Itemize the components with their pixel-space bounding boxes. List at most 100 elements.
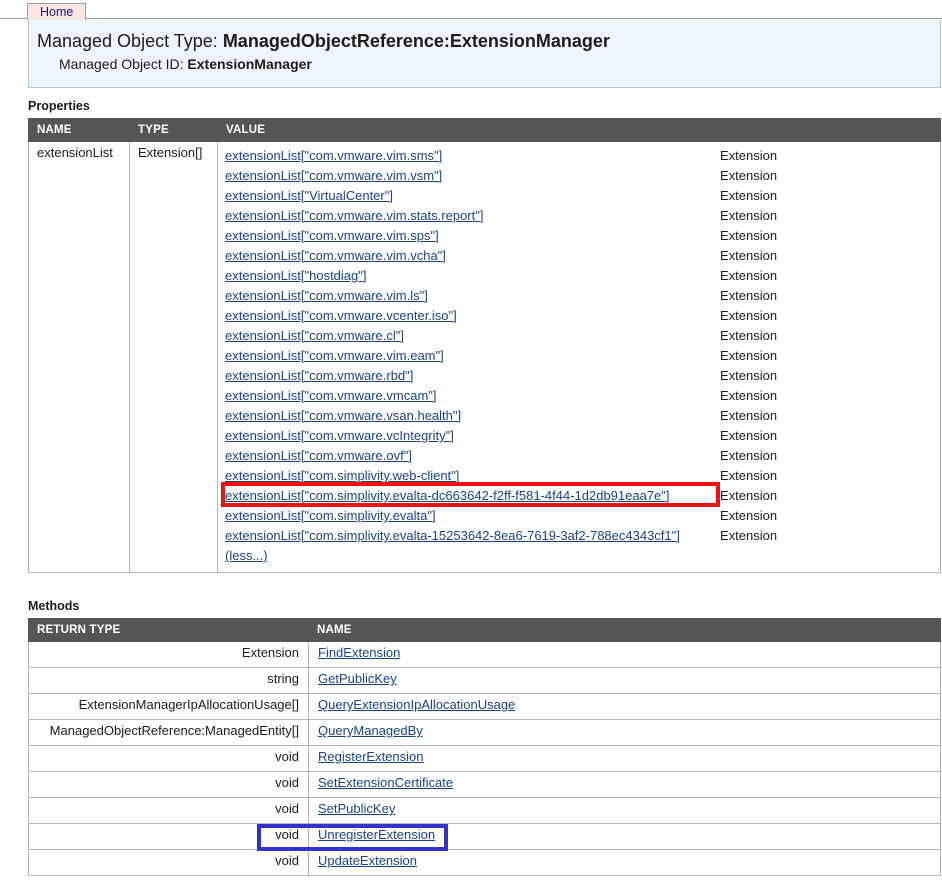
extension-link-wrap: extensionList["com.vmware.vim.stats.repo… — [225, 206, 720, 226]
extension-link[interactable]: extensionList["com.simplivity.web-client… — [225, 468, 459, 483]
extension-value-type: Extension — [720, 408, 778, 423]
property-type-extensionlist: Extension[] — [129, 141, 218, 573]
extension-value-type: Extension — [720, 508, 778, 523]
extension-link[interactable]: extensionList["com.vmware.vim.sps"] — [225, 228, 439, 243]
extension-link-wrap: extensionList["com.vmware.vim.sms"] — [225, 146, 720, 166]
extension-link-wrap: extensionList["com.simplivity.evalta-dc6… — [225, 486, 720, 506]
methods-table: RETURN TYPE NAME Extension FindExtension s… — [28, 618, 941, 876]
extension-value-type: Extension — [720, 328, 778, 343]
properties-table-header-row: NAME TYPE VALUE — [28, 118, 941, 142]
method-link[interactable]: UpdateExtension — [318, 853, 417, 868]
extension-link[interactable]: extensionList["com.simplivity.evalta-152… — [225, 528, 680, 543]
extension-link-wrap: extensionList["com.vmware.vmcam"] — [225, 386, 720, 406]
extension-link[interactable]: extensionList["hostdiag"] — [225, 268, 366, 283]
extension-link[interactable]: extensionList["com.vmware.rbd"] — [225, 368, 413, 383]
method-name-cell: QueryExtensionIpAllocationUsage — [308, 693, 941, 720]
extension-link[interactable]: extensionList["com.vmware.vcIntegrity"] — [225, 428, 454, 443]
extension-link-wrap: extensionList["com.vmware.vim.ls"] — [225, 286, 720, 306]
managed-object-id-value: ExtensionManager — [187, 56, 312, 72]
extension-link-wrap: extensionList["com.vmware.rbd"] — [225, 366, 720, 386]
extension-link-wrap: extensionList["com.vmware.vim.vsm"] — [225, 166, 720, 186]
method-link[interactable]: QueryManagedBy — [318, 723, 423, 738]
extension-list-item: extensionList["com.vmware.vsan.health"] E… — [225, 406, 933, 426]
method-return-type: void — [28, 823, 309, 850]
extension-list-item: extensionList["com.vmware.vim.vcha"] Exte… — [225, 246, 933, 266]
extension-link-wrap: extensionList["com.simplivity.web-client… — [225, 466, 720, 486]
extension-link-wrap: extensionList["com.simplivity.evalta-152… — [225, 526, 720, 546]
extension-list-item: extensionList["com.vmware.vim.vsm"] Exten… — [225, 166, 933, 186]
method-name-cell: UnregisterExtension — [308, 823, 941, 850]
extension-list-item: extensionList["com.simplivity.web-client… — [225, 466, 933, 486]
managed-object-type-value: ManagedObjectReference:ExtensionManager — [222, 31, 610, 51]
extension-link[interactable]: extensionList["com.vmware.vcenter.iso"] — [225, 308, 457, 323]
properties-column-type: TYPE — [129, 118, 218, 142]
tab-home[interactable]: Home — [27, 3, 87, 20]
extension-link-wrap: extensionList["com.vmware.cl"] — [225, 326, 720, 346]
managed-object-type: Managed Object Type: ManagedObjectRefere… — [37, 28, 940, 54]
extension-link-list: extensionList["com.vmware.vim.sms"] Exten… — [225, 146, 933, 546]
extension-link-wrap: extensionList["com.vmware.vim.sps"] — [225, 226, 720, 246]
extension-link[interactable]: extensionList["VirtualCenter"] — [225, 188, 393, 203]
extension-link[interactable]: extensionList["com.vmware.vim.eam"] — [225, 348, 444, 363]
extension-value-type: Extension — [720, 448, 778, 463]
less-link[interactable]: (less...) — [225, 548, 268, 563]
extension-link-wrap: extensionList["com.vmware.vim.eam"] — [225, 346, 720, 366]
extension-link[interactable]: extensionList["com.vmware.vsan.health"] — [225, 408, 461, 423]
table-row: string GetPublicKey — [28, 667, 941, 694]
extension-value-type: Extension — [720, 208, 778, 223]
table-row: void SetPublicKey — [28, 797, 941, 824]
extension-link[interactable]: extensionList["com.vmware.vim.stats.repo… — [225, 208, 483, 223]
extension-link-wrap: extensionList["com.vmware.vcenter.iso"] — [225, 306, 720, 326]
extension-link[interactable]: extensionList["com.vmware.ovf"] — [225, 448, 412, 463]
extension-value-type: Extension — [720, 428, 778, 443]
method-link[interactable]: UnregisterExtension — [318, 827, 435, 842]
properties-table: NAME TYPE VALUE extensionList Extension[… — [28, 118, 941, 573]
method-name-cell: SetExtensionCertificate — [308, 771, 941, 798]
method-link[interactable]: SetExtensionCertificate — [318, 775, 453, 790]
extension-link[interactable]: extensionList["com.simplivity.evalta-dc6… — [225, 488, 670, 503]
method-link[interactable]: GetPublicKey — [318, 671, 397, 686]
extension-link-wrap: extensionList["VirtualCenter"] — [225, 186, 720, 206]
managed-object-type-label: Managed Object Type: — [37, 31, 218, 51]
extension-value-type: Extension — [720, 388, 778, 403]
extension-link-wrap: extensionList["com.vmware.vcIntegrity"] — [225, 426, 720, 446]
extension-link[interactable]: extensionList["com.vmware.vim.vcha"] — [225, 248, 446, 263]
extension-link[interactable]: extensionList["com.vmware.vim.sms"] — [225, 148, 442, 163]
extension-link[interactable]: extensionList["com.simplivity.evalta"] — [225, 508, 436, 523]
methods-table-header-row: RETURN TYPE NAME — [28, 618, 941, 642]
extension-list-item: extensionList["com.vmware.vim.sps"] Exten… — [225, 226, 933, 246]
extension-list-item: extensionList["com.vmware.vim.stats.repo… — [225, 206, 933, 226]
table-row: void UnregisterExtension — [28, 823, 941, 850]
extension-list-item: extensionList["com.vmware.rbd"] Extension — [225, 366, 933, 386]
extension-value-type: Extension — [720, 468, 778, 483]
extension-list-item: extensionList["com.simplivity.evalta-dc6… — [225, 486, 933, 506]
managed-object-id: Managed Object ID: ExtensionManager — [37, 54, 940, 74]
extension-link[interactable]: extensionList["com.vmware.vim.vsm"] — [225, 168, 442, 183]
method-return-type: ManagedObjectReference:ManagedEntity[] — [28, 719, 309, 746]
extension-link[interactable]: extensionList["com.vmware.vmcam"] — [225, 388, 437, 403]
extension-list-item: extensionList["hostdiag"] Extension — [225, 266, 933, 286]
method-link[interactable]: RegisterExtension — [318, 749, 424, 764]
properties-column-value: VALUE — [217, 118, 941, 142]
table-row: extensionList Extension[] extensionList[… — [28, 141, 941, 573]
method-link[interactable]: FindExtension — [318, 645, 400, 660]
property-name-extensionlist: extensionList — [28, 141, 130, 573]
methods-column-name: NAME — [308, 618, 941, 642]
method-link[interactable]: QueryExtensionIpAllocationUsage — [318, 697, 515, 712]
extension-link[interactable]: extensionList["com.vmware.vim.ls"] — [225, 288, 428, 303]
extension-list-item: extensionList["com.vmware.ovf"] Extension — [225, 446, 933, 466]
extension-value-type: Extension — [720, 188, 778, 203]
extension-list-item: extensionList["com.simplivity.evalta"] Ex… — [225, 506, 933, 526]
property-value-cell: extensionList["com.vmware.vim.sms"] Exten… — [217, 141, 941, 573]
table-row: ManagedObjectReference:ManagedEntity[] Qu… — [28, 719, 941, 746]
method-return-type: void — [28, 745, 309, 772]
extension-link[interactable]: extensionList["com.vmware.cl"] — [225, 328, 404, 343]
extension-link-wrap: extensionList["com.vmware.ovf"] — [225, 446, 720, 466]
extension-value-type: Extension — [720, 288, 778, 303]
extension-link-wrap: extensionList["hostdiag"] — [225, 266, 720, 286]
properties-column-name: NAME — [28, 118, 130, 142]
table-row: void UpdateExtension — [28, 849, 941, 876]
managed-object-id-label: Managed Object ID: — [59, 56, 184, 72]
extension-link-wrap: extensionList["com.simplivity.evalta"] — [225, 506, 720, 526]
method-link[interactable]: SetPublicKey — [318, 801, 395, 816]
